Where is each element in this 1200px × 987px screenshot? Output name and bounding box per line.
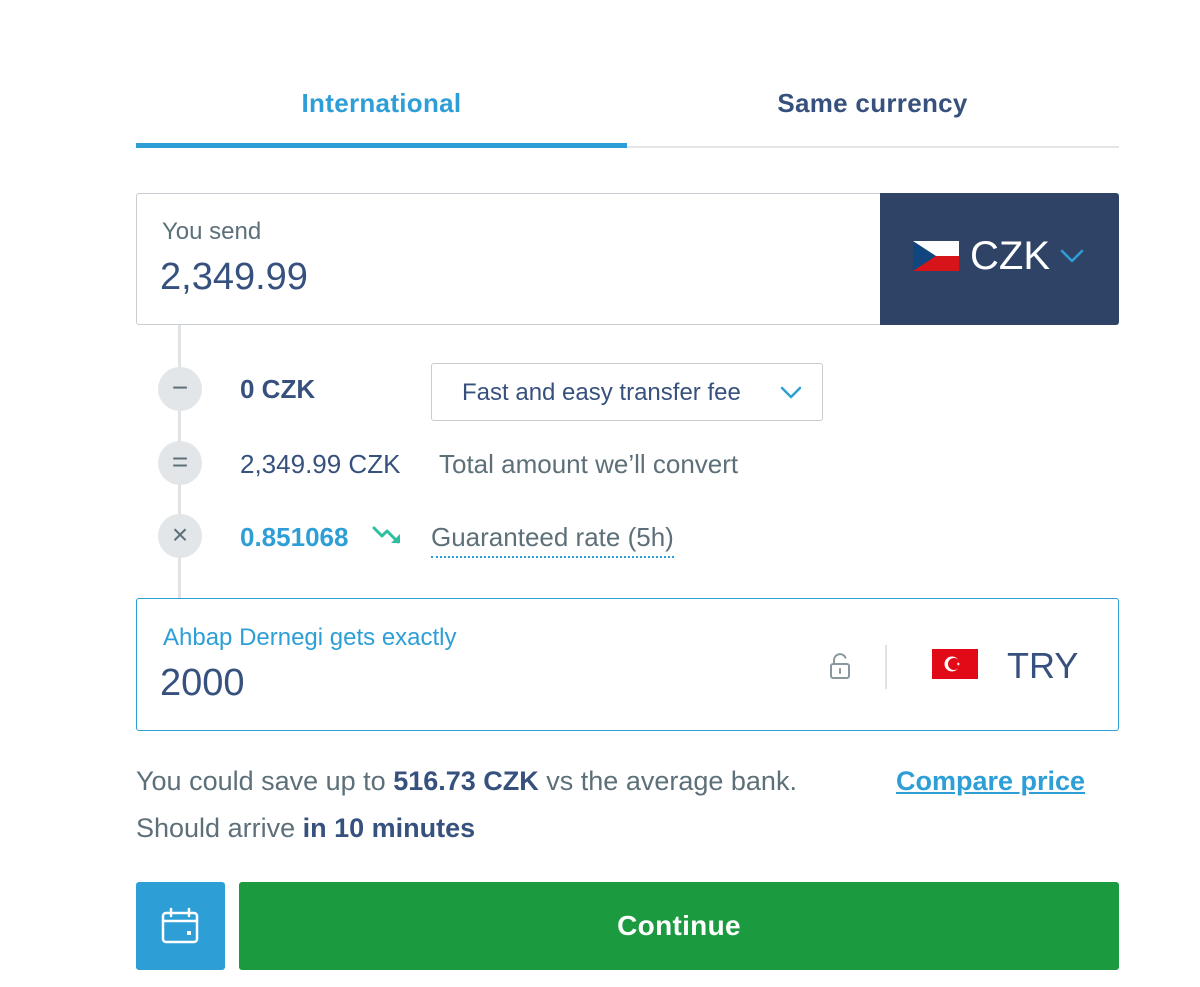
send-currency-code[interactable]: CZK bbox=[970, 234, 1050, 279]
flag-czech-icon bbox=[913, 241, 959, 271]
receive-label: Ahbap Dernegi gets exactly bbox=[163, 624, 457, 651]
arrival-prefix: Should arrive bbox=[136, 813, 303, 843]
guaranteed-rate-link[interactable]: Guaranteed rate (5h) bbox=[431, 522, 674, 558]
savings-suffix: vs the average bank. bbox=[538, 766, 797, 796]
arrival-info: Should arrive in 10 minutes bbox=[136, 813, 475, 844]
chevron-down-icon[interactable] bbox=[1060, 248, 1084, 264]
calendar-icon[interactable] bbox=[160, 907, 200, 945]
trend-down-icon bbox=[372, 525, 404, 547]
compare-price-link[interactable]: Compare price bbox=[896, 766, 1085, 797]
convert-label: Total amount we’ll convert bbox=[439, 449, 739, 479]
tab-international[interactable]: International bbox=[136, 88, 627, 132]
chevron-down-icon[interactable] bbox=[780, 386, 802, 400]
receive-amount-input[interactable] bbox=[160, 662, 760, 705]
send-amount-input[interactable] bbox=[160, 256, 760, 299]
flag-turkey-icon bbox=[932, 649, 978, 679]
active-tab-indicator bbox=[136, 143, 627, 148]
equals-icon: = bbox=[158, 441, 202, 485]
minus-icon: − bbox=[158, 367, 202, 411]
times-icon: × bbox=[158, 514, 202, 558]
receive-currency-code[interactable]: TRY bbox=[1007, 645, 1078, 687]
fee-type-label[interactable]: Fast and easy transfer fee bbox=[462, 379, 741, 407]
unlock-icon[interactable] bbox=[829, 652, 851, 680]
convert-amount: 2,349.99 CZK bbox=[240, 449, 401, 479]
send-label: You send bbox=[162, 218, 262, 245]
savings-info: You could save up to 516.73 CZK vs the a… bbox=[136, 766, 797, 797]
tab-same-currency[interactable]: Same currency bbox=[627, 88, 1118, 132]
arrival-time: in 10 minutes bbox=[302, 813, 476, 843]
continue-button[interactable]: Continue bbox=[239, 882, 1119, 970]
receive-divider bbox=[885, 645, 887, 689]
savings-prefix: You could save up to bbox=[136, 766, 394, 796]
fee-amount: 0 CZK bbox=[240, 374, 316, 404]
exchange-rate: 0.851068 bbox=[240, 522, 349, 552]
savings-amount: 516.73 CZK bbox=[393, 766, 539, 796]
